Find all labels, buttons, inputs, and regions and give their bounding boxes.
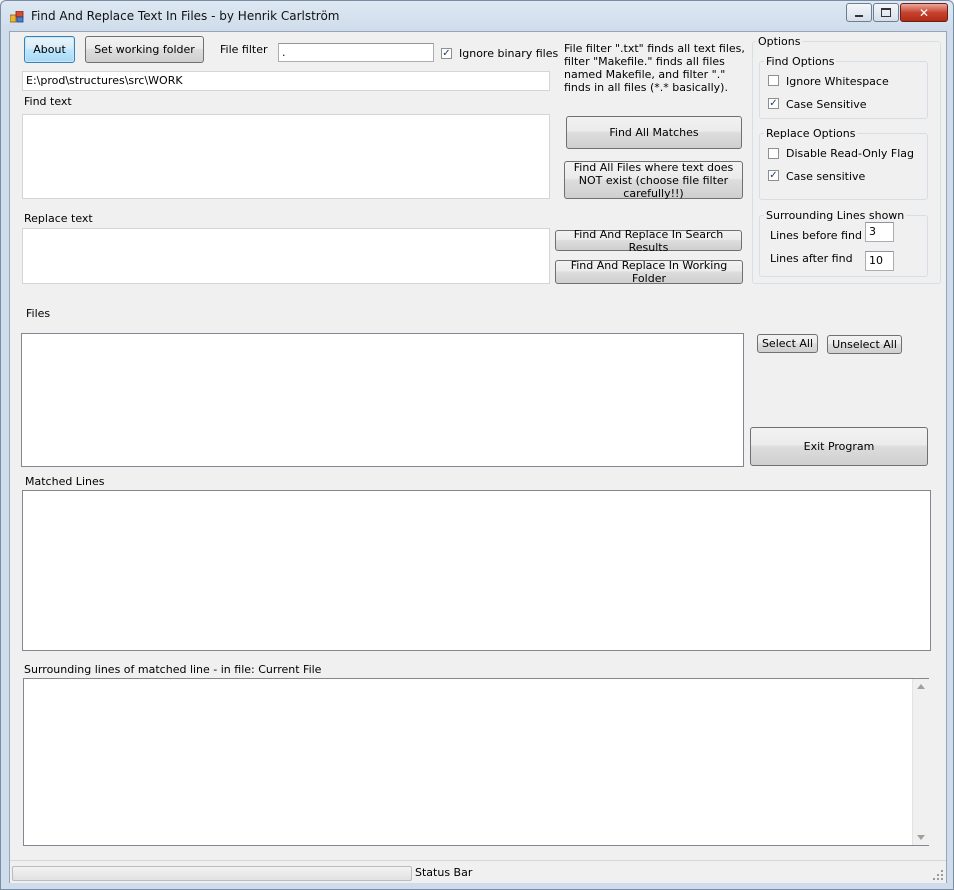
surrounding-lines-textbox[interactable] — [23, 678, 929, 846]
close-button[interactable]: ✕ — [900, 3, 948, 22]
find-case-sensitive-label: Case Sensitive — [786, 98, 867, 111]
matched-lines-label: Matched Lines — [25, 475, 105, 488]
replace-case-sensitive-checkbox[interactable]: ✓ — [768, 170, 779, 181]
files-list[interactable] — [21, 333, 744, 467]
maximize-icon — [881, 8, 891, 17]
file-filter-help-text: File filter ".txt" finds all text files,… — [564, 42, 745, 94]
ignore-whitespace-checkbox[interactable] — [768, 75, 779, 86]
replace-text-label: Replace text — [24, 212, 93, 225]
replace-text-input[interactable] — [22, 228, 550, 284]
vertical-scrollbar[interactable] — [912, 679, 929, 845]
resize-grip-icon[interactable] — [933, 870, 944, 881]
ignore-whitespace-label: Ignore Whitespace — [786, 75, 889, 88]
set-working-folder-button[interactable]: Set working folder — [85, 36, 204, 63]
find-all-matches-button[interactable]: Find All Matches — [566, 116, 742, 149]
select-all-button[interactable]: Select All — [757, 334, 818, 353]
ignore-binary-label: Ignore binary files — [459, 47, 559, 60]
checkmark-icon: ✓ — [769, 98, 778, 109]
lines-before-input[interactable]: 3 — [865, 222, 894, 242]
options-title: Options — [756, 35, 803, 48]
about-button[interactable]: About — [24, 36, 75, 63]
unselect-all-button[interactable]: Unselect All — [827, 335, 902, 354]
surrounding-lines-group — [759, 215, 928, 277]
checkmark-icon: ✓ — [769, 170, 778, 181]
status-text: Status Bar — [415, 866, 473, 879]
replace-case-sensitive-label: Case sensitive — [786, 170, 866, 183]
window-title: Find And Replace Text In Files - by Henr… — [31, 9, 340, 23]
scroll-down-icon[interactable] — [917, 835, 925, 840]
matched-lines-list[interactable] — [22, 490, 931, 651]
progress-bar — [12, 866, 412, 881]
app-window: Find And Replace Text In Files - by Henr… — [0, 0, 954, 890]
replace-options-title: Replace Options — [764, 127, 858, 140]
disable-readonly-label: Disable Read-Only Flag — [786, 147, 915, 160]
file-filter-label: File filter — [220, 43, 268, 56]
find-text-label: Find text — [24, 95, 72, 108]
working-folder-field[interactable]: E:\prod\structures\src\WORK — [22, 71, 550, 91]
lines-after-label: Lines after find — [770, 252, 853, 265]
checkmark-icon: ✓ — [442, 48, 451, 59]
lines-after-input[interactable]: 10 — [865, 251, 894, 271]
find-text-input[interactable] — [22, 114, 550, 199]
app-icon — [10, 11, 24, 23]
exit-program-button[interactable]: Exit Program — [750, 427, 928, 466]
disable-readonly-checkbox[interactable] — [768, 148, 779, 159]
surrounding-lines-title: Surrounding Lines shown — [764, 209, 907, 222]
file-filter-input[interactable]: . — [278, 43, 434, 62]
scroll-up-icon[interactable] — [917, 684, 925, 689]
replace-options-group — [759, 133, 928, 200]
client-area: About Set working folder File filter . ✓… — [9, 31, 947, 883]
lines-before-label: Lines before find — [770, 229, 862, 242]
minimize-button[interactable] — [846, 3, 872, 22]
minimize-icon — [855, 14, 863, 17]
find-options-title: Find Options — [764, 55, 837, 68]
status-bar: Status Bar — [10, 860, 946, 883]
find-case-sensitive-checkbox[interactable]: ✓ — [768, 98, 779, 109]
files-label: Files — [26, 307, 51, 320]
surrounding-lines-view-label: Surrounding lines of matched line - in f… — [24, 663, 322, 676]
title-bar[interactable]: Find And Replace Text In Files - by Henr… — [1, 1, 953, 31]
maximize-button[interactable] — [873, 3, 899, 22]
find-files-without-text-button[interactable]: Find All Files where text does NOT exist… — [564, 161, 743, 200]
replace-in-folder-button[interactable]: Find And Replace In Working Folder — [555, 259, 743, 285]
ignore-binary-checkbox[interactable]: ✓ — [441, 48, 452, 59]
close-icon: ✕ — [918, 5, 930, 20]
replace-in-results-button[interactable]: Find And Replace In Search Results — [555, 228, 742, 254]
